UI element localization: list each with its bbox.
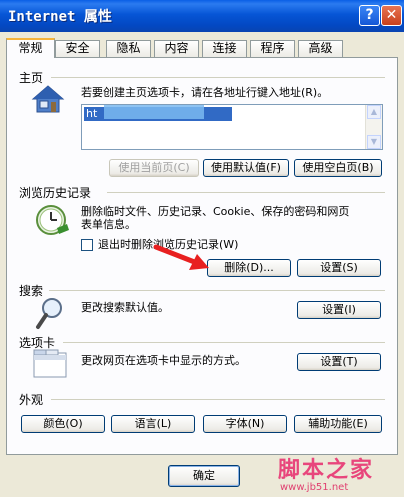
tab-privacy[interactable]: 隐私	[106, 40, 151, 57]
appearance-divider	[51, 399, 385, 400]
search-description: 更改搜索默认值。	[81, 301, 169, 314]
use-blank-button[interactable]: 使用空白页(B)	[294, 159, 382, 177]
clock-eraser-icon	[36, 205, 69, 235]
redacted-url-blur	[104, 105, 204, 119]
close-button[interactable]: ✕	[381, 5, 402, 26]
use-current-page-button[interactable]: 使用当前页(C)	[109, 159, 199, 177]
help-button[interactable]: ?	[359, 5, 380, 26]
delete-history-button[interactable]: 删除(D)...	[207, 259, 291, 277]
appearance-section-title: 外观	[19, 393, 44, 407]
tabs-divider	[63, 342, 385, 343]
tab-programs[interactable]: 程序	[250, 40, 295, 57]
scroll-down-arrow-icon[interactable]: ▼	[367, 135, 381, 149]
window-title: Internet 属性	[8, 9, 112, 25]
history-divider	[107, 192, 385, 193]
languages-button[interactable]: 语言(L)	[111, 415, 195, 433]
home-page-address-box[interactable]: ht ▲ ▼	[81, 104, 383, 150]
tabbed-window-icon	[33, 349, 67, 378]
history-section-title: 浏览历史记录	[19, 186, 92, 200]
home-description: 若要创建主页选项卡，请在各地址行键入地址(R)。	[81, 86, 329, 99]
address-scrollbar[interactable]: ▲ ▼	[365, 105, 382, 149]
tabs-settings-button[interactable]: 设置(T)	[297, 353, 381, 371]
tab-general[interactable]: 常规	[6, 38, 55, 58]
search-settings-button[interactable]: 设置(I)	[297, 301, 381, 319]
delete-on-exit-checkbox[interactable]	[81, 239, 93, 251]
tabs-description: 更改网页在选项卡中显示的方式。	[81, 354, 246, 367]
home-divider	[51, 77, 385, 78]
red-arrow-annotation-icon	[153, 244, 209, 270]
title-bar: Internet 属性 ? ✕	[0, 0, 404, 32]
general-tab-panel: 主页 若要创建主页选项卡，请在各地址行键入地址(R)。 ht ▲ ▼ 使用当前页…	[6, 57, 398, 455]
accessibility-button[interactable]: 辅助功能(E)	[294, 415, 382, 433]
history-settings-button[interactable]: 设置(S)	[297, 259, 381, 277]
fonts-button[interactable]: 字体(N)	[203, 415, 287, 433]
history-description-line1: 删除临时文件、历史记录、Cookie、保存的密码和网页	[81, 205, 350, 218]
scroll-up-arrow-icon[interactable]: ▲	[367, 105, 381, 119]
watermark-brand: 脚本之家	[278, 457, 375, 483]
tab-security[interactable]: 安全	[55, 40, 100, 57]
tab-content[interactable]: 内容	[154, 40, 199, 57]
ok-button[interactable]: 确定	[168, 465, 240, 487]
use-default-button[interactable]: 使用默认值(F)	[203, 159, 289, 177]
tab-connections[interactable]: 连接	[202, 40, 247, 57]
colors-button[interactable]: 颜色(O)	[21, 415, 105, 433]
home-icon	[31, 85, 65, 113]
watermark-url: www.jb51.net	[280, 482, 349, 493]
site-watermark: 脚本之家 www.jb51.net	[270, 450, 404, 497]
tab-advanced[interactable]: 高级	[298, 40, 343, 57]
magnifier-icon	[36, 298, 62, 329]
search-divider	[49, 290, 385, 291]
history-description-line2: 表单信息。	[81, 218, 136, 231]
